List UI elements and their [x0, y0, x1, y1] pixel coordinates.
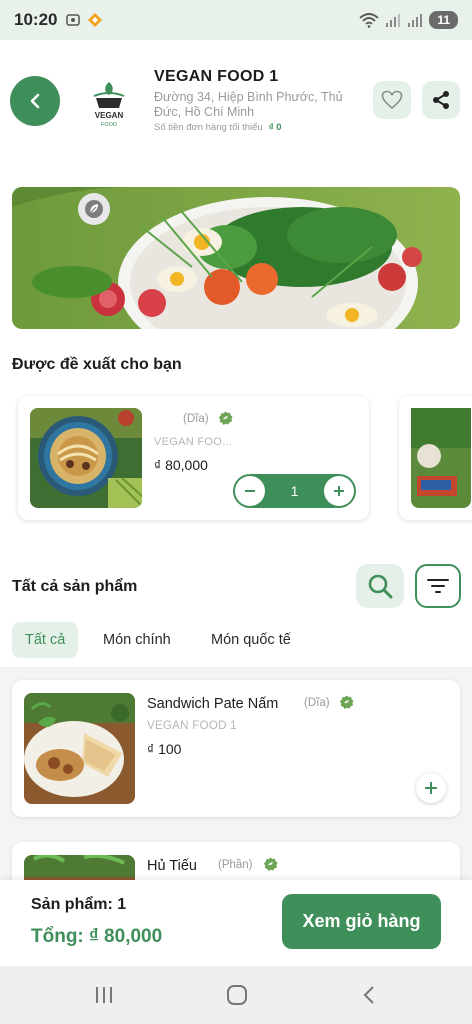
recommended-unit: (Dĩa)	[183, 413, 209, 425]
signal-icon	[386, 14, 401, 27]
product-card[interactable]: Sandwich Pate Nấm (Dĩa) VEGAN FOOD 1 ₫ 1…	[12, 680, 460, 817]
share-button[interactable]	[422, 81, 460, 119]
recent-apps-icon	[96, 987, 112, 1003]
search-icon	[368, 574, 393, 599]
plus-icon	[425, 782, 437, 794]
vegan-icon	[263, 857, 278, 871]
product-name: Hủ Tiếu	[147, 858, 197, 874]
cart-item-count: Sản phẩm: 1	[31, 896, 127, 913]
recommended-title: Được đề xuất cho bạn	[12, 356, 182, 373]
cart-summary-bar: Sản phẩm: 1 Tổng: ₫ 80,000 Xem giỏ hàng	[0, 880, 472, 966]
status-bar: 10:20 11	[0, 0, 472, 40]
product-unit: (Phần)	[218, 859, 253, 871]
increase-button[interactable]	[324, 476, 354, 506]
recent-apps-button[interactable]	[91, 983, 117, 1007]
recommended-shop: VEGAN FOO...	[154, 436, 233, 448]
filter-button[interactable]	[415, 564, 461, 608]
product-card[interactable]: Hủ Tiếu (Phần)	[12, 842, 460, 880]
tab-all[interactable]: Tất cả	[12, 622, 79, 658]
share-icon	[433, 91, 449, 109]
cart-total: Tổng: ₫ 80,000	[31, 926, 163, 947]
product-unit: (Dĩa)	[304, 697, 330, 709]
vegan-icon	[339, 695, 354, 709]
system-nav-bar	[0, 966, 472, 1024]
back-button[interactable]	[10, 76, 60, 126]
store-page: VEGAN FOOD VEGAN FOOD 1 Đường 34, Hiệp B…	[0, 40, 472, 880]
back-arrow-icon	[30, 93, 40, 109]
tab-international-dishes[interactable]: Món quốc tế	[211, 622, 291, 658]
nav-back-button[interactable]	[356, 983, 382, 1007]
search-button[interactable]	[356, 564, 404, 608]
product-shop: VEGAN FOOD 1	[147, 720, 237, 732]
recommended-image-next	[399, 396, 472, 520]
minus-icon	[245, 490, 255, 492]
logo-subtext: FOOD	[101, 122, 117, 128]
product-image	[24, 855, 135, 880]
home-button[interactable]	[224, 983, 250, 1007]
view-cart-button[interactable]: Xem giỏ hàng	[282, 894, 441, 949]
shop-address: Đường 34, Hiệp Bình Phước, Thủ Đức, Hồ C…	[154, 90, 343, 119]
product-image	[24, 693, 135, 804]
leaf-icon	[85, 200, 103, 218]
recommended-image	[30, 408, 142, 508]
shop-name: VEGAN FOOD 1	[154, 68, 279, 85]
quantity-stepper: 1	[233, 474, 356, 508]
vegan-icon	[218, 411, 233, 425]
tab-main-dishes[interactable]: Món chính	[103, 622, 171, 658]
favorite-button[interactable]	[373, 81, 411, 119]
logo-text: VEGAN	[95, 111, 124, 120]
decrease-button[interactable]	[235, 476, 265, 506]
shop-logo: VEGAN FOOD	[88, 80, 130, 128]
screenshot-icon	[66, 14, 81, 26]
notification-app-icon	[88, 13, 103, 27]
recommended-card[interactable]: (Dĩa) VEGAN FOO... ₫ 80,000 1	[18, 396, 369, 520]
min-order-value: ₫ 0	[268, 122, 282, 133]
min-order-label: Số tiền đơn hàng tối thiểu	[154, 122, 263, 133]
recommended-card-next[interactable]	[399, 396, 472, 520]
filter-icon	[427, 579, 449, 593]
home-icon	[227, 985, 247, 1005]
nav-back-icon	[363, 986, 374, 1004]
status-time: 10:20	[14, 10, 58, 29]
vegan-badge	[78, 193, 110, 225]
product-price: ₫ 100	[147, 741, 182, 757]
quantity-value: 1	[290, 483, 299, 499]
signal-2-icon	[408, 14, 423, 27]
min-order: Số tiền đơn hàng tối thiểu ₫ 0	[154, 122, 282, 133]
shop-banner	[12, 187, 460, 329]
plus-icon	[334, 486, 344, 496]
product-name: Sandwich Pate Nấm	[147, 696, 279, 712]
wifi-icon	[359, 13, 379, 28]
battery-indicator: 11	[429, 11, 458, 29]
heart-icon	[381, 90, 403, 110]
recommended-price: ₫ 80,000	[154, 457, 208, 473]
all-products-title: Tất cả sản phẩm	[12, 578, 138, 595]
add-to-cart-button[interactable]	[416, 773, 446, 803]
